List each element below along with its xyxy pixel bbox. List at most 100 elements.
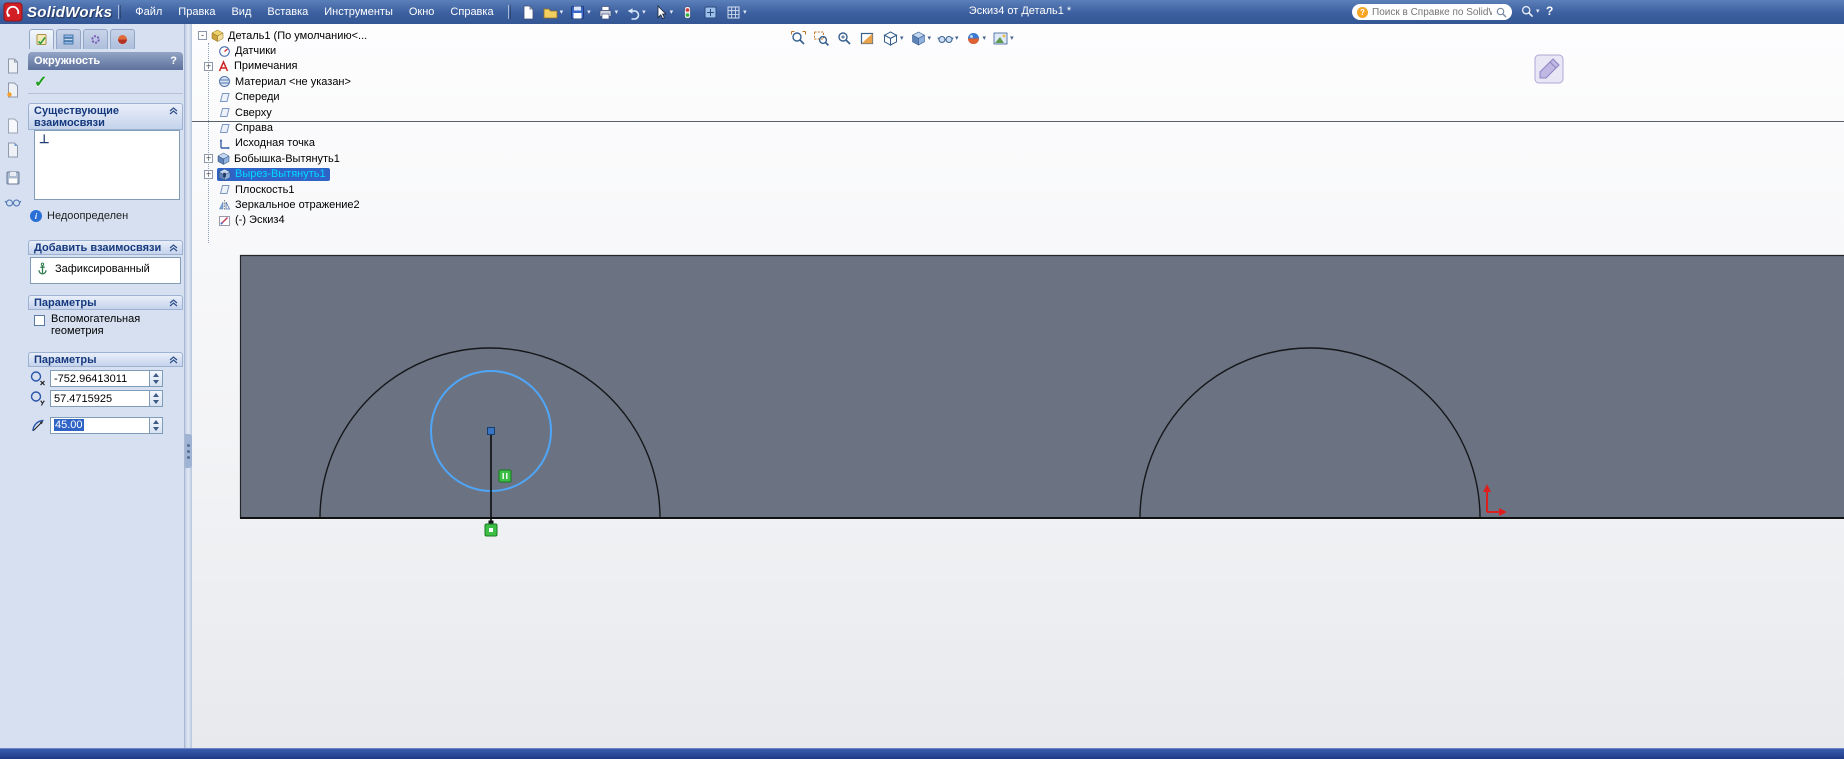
rebuild-button[interactable] [677,3,698,22]
search-input[interactable] [1372,6,1492,18]
save-button[interactable]: ▾ [567,3,593,22]
tree-item-mirror2[interactable]: Зеркальное отражение2 [196,197,367,212]
tree-item-boss-extrude1[interactable]: + Бобышка-Вытянуть1 [196,151,367,166]
tree-item-right-plane[interactable]: Справа [196,120,367,135]
tab-display-manager[interactable] [110,29,135,49]
help-button[interactable]: ? [1546,4,1553,18]
zoom-fit-icon [791,31,806,45]
tab-property-manager[interactable] [29,29,54,49]
search-icon[interactable] [1496,7,1507,18]
tree-item-sensors[interactable]: Датчики [196,43,367,58]
radius-field[interactable]: 45.00 [50,417,150,434]
side-toolbar-button-5[interactable] [3,168,23,188]
part-icon [211,29,225,43]
sketch-icon [218,214,232,227]
sketch-grid-button[interactable]: ▾ [723,3,749,22]
selected-tree-item[interactable]: Вырез-Вытянуть1 [217,167,330,181]
add-relations-list: Зафиксированный [30,257,181,284]
section-options[interactable]: Параметры [28,295,183,310]
graphics-area[interactable] [192,24,1844,748]
apply-scene-button[interactable]: ▾ [990,29,1016,48]
search-options-button[interactable]: ▾ [1521,5,1540,18]
select-button[interactable]: ▾ [650,3,676,22]
options-icon [704,6,717,18]
menu-item-view[interactable]: Вид [223,2,259,22]
menu-item-edit[interactable]: Правка [170,2,223,22]
side-toolbar-button-6[interactable] [3,192,23,212]
side-toolbar-button-1[interactable] [3,56,23,76]
circle-center-point[interactable] [487,427,495,435]
tree-item-annotations[interactable]: + Примечания [196,59,367,74]
y-spinner[interactable] [150,390,163,407]
section-view-button[interactable] [857,29,878,48]
material-icon [218,75,232,88]
confirmation-corner[interactable] [1534,54,1564,87]
tree-item-plane1[interactable]: Плоскость1 [196,182,367,197]
pm-accept-row: ✓ [28,70,183,94]
section-parameters[interactable]: Параметры [28,352,183,367]
graphics-viewport[interactable]: ▾ ▾ ▾ ▾ ▾ - Деталь1 (По умолчанию<... Да… [192,24,1844,748]
perpendicular-relation-icon[interactable]: ⊥ [39,132,49,146]
collapse-chevron-icon [169,356,178,364]
spin-down-icon[interactable] [150,379,162,387]
zoom-button[interactable] [834,29,855,48]
side-toolbar-button-3[interactable] [3,116,23,136]
construction-geometry-row: Вспомогательная геометрия [34,313,180,337]
display-style-button[interactable]: ▾ [908,29,934,48]
zoom-area-button[interactable] [811,29,832,48]
print-button[interactable]: ▾ [595,3,621,22]
accept-button[interactable]: ✓ [34,72,47,92]
sketch-pencil-icon [1534,54,1564,84]
panel-splitter-handle[interactable] [185,434,192,468]
section-existing-relations[interactable]: Существующие взаимосвязи [28,103,183,130]
zoom-fit-button[interactable] [788,29,809,48]
dropdown-arrow-icon: ▾ [559,8,564,16]
menu-item-window[interactable]: Окно [401,2,443,22]
part-body[interactable] [239,254,1844,519]
collapse-toggle[interactable]: - [198,31,207,41]
undo-button[interactable]: ▾ [622,3,648,22]
spin-up-icon[interactable] [150,371,162,379]
coincident-relation-badge[interactable] [484,523,498,537]
x-coordinate-field[interactable] [50,370,150,387]
x-spinner[interactable] [150,370,163,387]
pm-help-button[interactable]: ? [170,55,177,67]
spin-down-icon[interactable] [150,426,162,434]
spin-up-icon[interactable] [150,418,162,426]
side-toolbar-button-4[interactable] [3,140,23,160]
tree-item-material[interactable]: Материал <не указан> [196,74,367,89]
tree-item-sketch4[interactable]: (-) Эскиз4 [196,213,367,228]
tree-item-origin[interactable]: Исходная точка [196,136,367,151]
vertical-relation-badge[interactable] [498,469,512,483]
menu-item-insert[interactable]: Вставка [259,2,316,22]
existing-relations-list[interactable]: ⊥ [34,130,180,200]
menu-item-help[interactable]: Справка [442,2,501,22]
options-button[interactable] [700,3,721,22]
menu-item-tools[interactable]: Инструменты [316,2,401,22]
tree-item-top-plane[interactable]: Сверху [196,105,367,120]
fixed-relation-button[interactable]: Зафиксированный [31,258,180,279]
help-ball-icon: ? [1357,6,1368,18]
edit-appearance-button[interactable]: ▾ [963,29,989,48]
tab-dimxpert-manager[interactable] [83,29,108,49]
tab-configuration-manager[interactable] [56,29,81,49]
new-document-button[interactable] [517,3,538,22]
view-orientation-button[interactable]: ▾ [880,29,906,48]
spin-up-icon[interactable] [150,391,162,399]
spin-down-icon[interactable] [150,399,162,407]
section-add-relations[interactable]: Добавить взаимосвязи [28,240,183,255]
menu-item-file[interactable]: Файл [127,2,170,22]
radius-spinner[interactable] [150,417,163,434]
panel-splitter[interactable] [185,24,192,748]
tree-item-front-plane[interactable]: Спереди [196,90,367,105]
hide-show-items-button[interactable]: ▾ [935,29,961,48]
construction-geometry-checkbox[interactable] [34,315,45,326]
side-toolbar-button-2[interactable] [3,80,23,100]
open-button[interactable]: ▾ [540,3,566,22]
y-coordinate-field[interactable] [50,390,150,407]
dropdown-arrow-icon: ▾ [1536,8,1540,15]
tree-root-part[interactable]: - Деталь1 (По умолчанию<... [196,28,367,43]
tree-item-cut-extrude1[interactable]: + Вырез-Вытянуть1 [196,167,367,182]
collapse-chevron-icon [169,299,178,307]
scene-icon [993,32,1008,45]
